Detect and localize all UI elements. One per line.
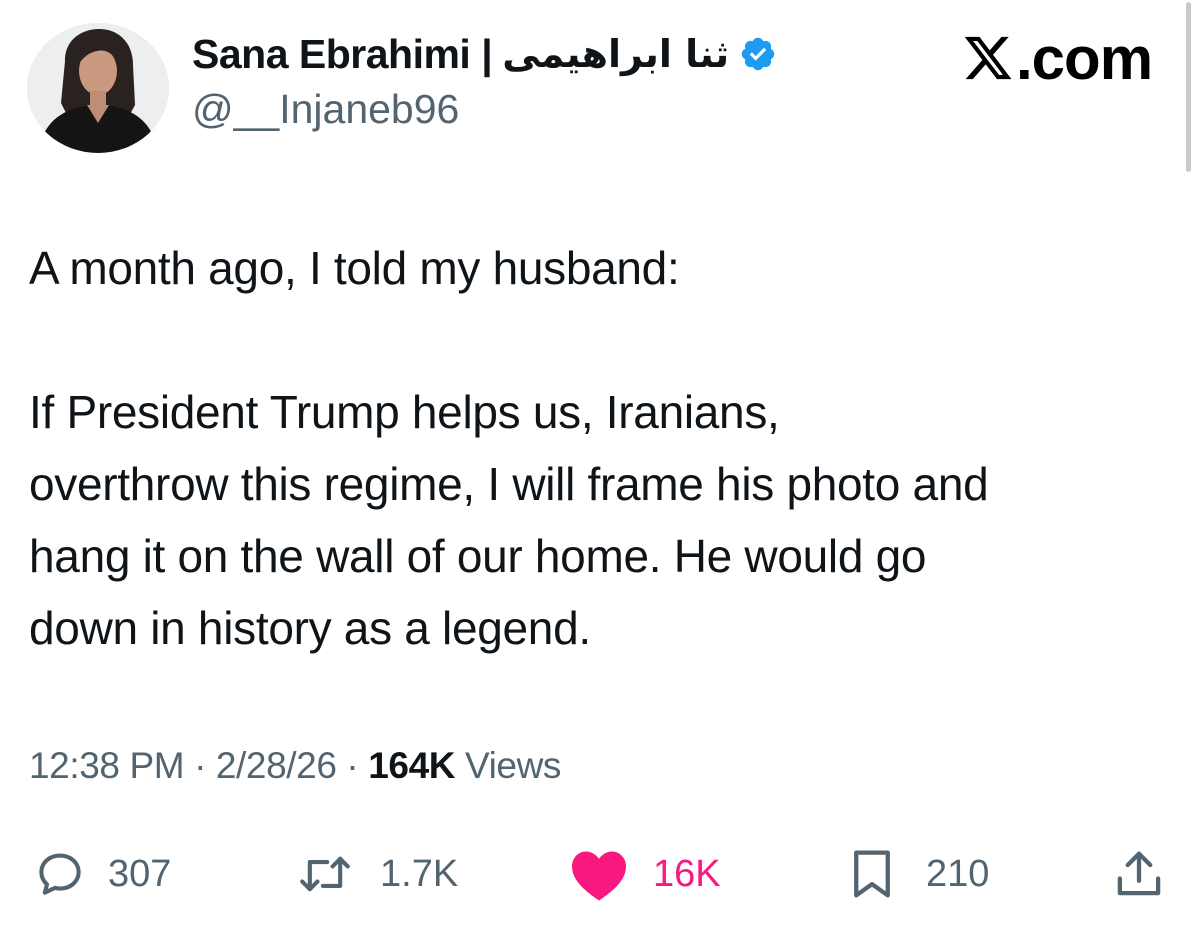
tweet-actions: 307 1.7K 16K 210 xyxy=(0,838,1200,910)
views-count: 164K xyxy=(368,745,456,786)
share-icon xyxy=(1112,847,1166,901)
meta-separator: · xyxy=(346,745,359,786)
x-logo-icon xyxy=(962,32,1014,84)
meta-separator: · xyxy=(194,745,206,786)
reply-button[interactable]: 307 xyxy=(34,838,171,910)
like-count: 16K xyxy=(653,852,721,895)
share-button[interactable] xyxy=(1112,838,1166,910)
repost-count: 1.7K xyxy=(380,852,459,895)
author-avatar[interactable] xyxy=(27,23,169,153)
tweet-paragraph-1: A month ago, I told my husband: xyxy=(29,242,680,294)
like-button[interactable]: 16K xyxy=(569,838,721,910)
author-handle[interactable]: @__Injaneb96 xyxy=(192,86,459,133)
tweet-text: A month ago, I told my husband: If Presi… xyxy=(29,232,1189,664)
tweet-date[interactable]: 2/28/26 xyxy=(216,745,337,786)
bookmark-button[interactable]: 210 xyxy=(848,838,989,910)
display-name-latin: Sana Ebrahimi | xyxy=(192,30,493,77)
display-name-persian: ثنا ابراهیمی xyxy=(502,32,730,76)
verified-badge-icon xyxy=(739,35,777,73)
brand-domain: .com xyxy=(1016,24,1153,92)
repost-icon xyxy=(296,848,354,900)
tweet-time[interactable]: 12:38 PM xyxy=(29,745,185,786)
profile-photo xyxy=(27,23,169,153)
repost-button[interactable]: 1.7K xyxy=(296,838,458,910)
views-label: Views xyxy=(464,745,562,786)
bookmark-icon xyxy=(848,847,896,901)
reply-count: 307 xyxy=(108,852,172,895)
tweet-paragraph-2: If President Trump helps us, Iranians, o… xyxy=(29,386,989,654)
scrollbar[interactable] xyxy=(1186,2,1191,172)
heart-icon xyxy=(569,846,629,902)
x-com-watermark: .com xyxy=(962,24,1153,92)
bookmark-count: 210 xyxy=(926,852,990,895)
reply-icon xyxy=(34,848,86,900)
author-display-name[interactable]: Sana Ebrahimi | ثنا ابراهیمی xyxy=(192,26,777,82)
tweet-meta: 12:38 PM · 2/28/26 · 164K Views xyxy=(29,745,561,787)
